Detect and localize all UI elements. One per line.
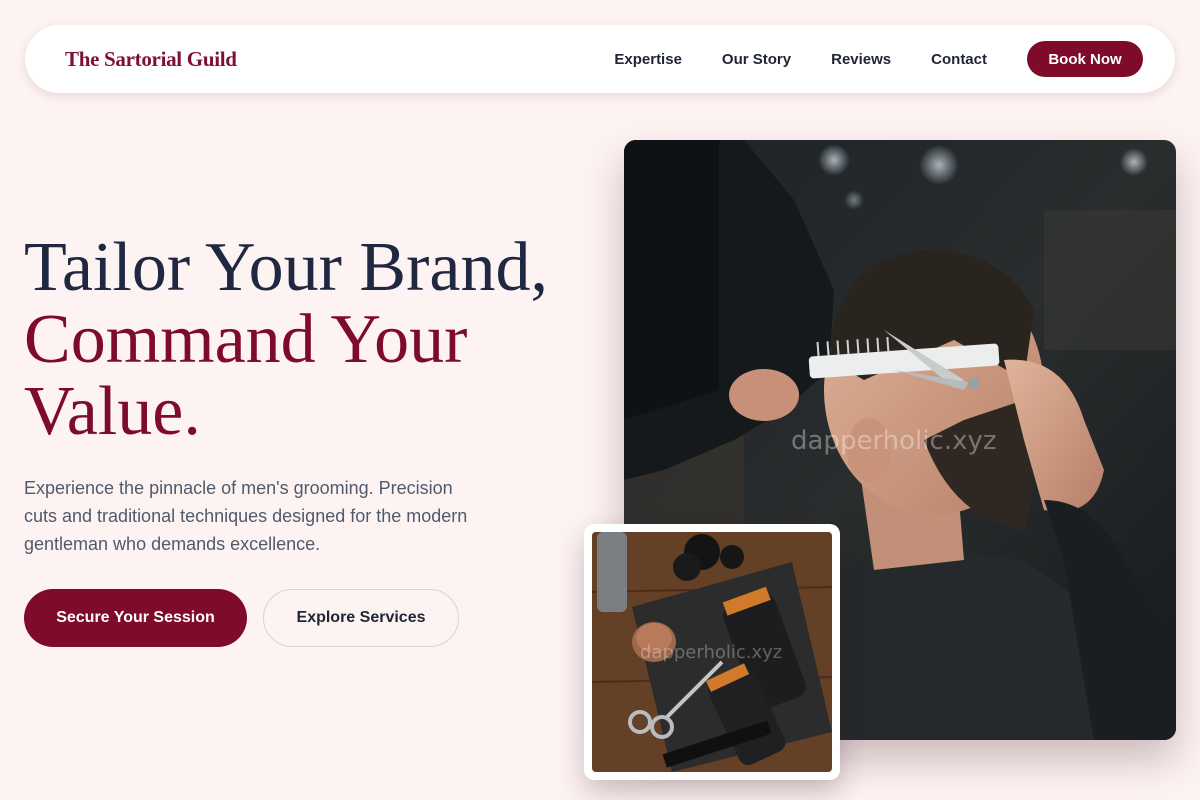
brand-logo[interactable]: The Sartorial Guild [65,47,237,72]
book-now-button[interactable]: Book Now [1027,41,1143,77]
secure-session-button[interactable]: Secure Your Session [24,589,247,647]
top-navbar: The Sartorial Guild Expertise Our Story … [25,25,1175,93]
nav-link-our-story[interactable]: Our Story [722,51,791,68]
landing-page: The Sartorial Guild Expertise Our Story … [0,0,1200,800]
hero-title-accent: Command Your Value. [24,301,468,450]
main-photo-watermark: dapperholic.xyz [791,426,997,456]
nav-link-expertise[interactable]: Expertise [614,51,682,68]
grooming-tools-photo: dapperholic.xyz [592,532,832,772]
nav-link-reviews[interactable]: Reviews [831,51,891,68]
inset-photo-watermark: dapperholic.xyz [640,642,783,663]
grooming-tools-card: dapperholic.xyz [584,524,840,780]
hero-title-line1: Tailor Your Brand, [24,229,548,306]
hero-subtitle: Experience the pinnacle of men's groomin… [24,478,468,554]
nav-links: Expertise Our Story Reviews Contact Book… [614,41,1143,77]
hero-title: Tailor Your Brand, Command Your Value. [24,232,604,448]
nav-link-contact[interactable]: Contact [931,51,987,68]
explore-services-button[interactable]: Explore Services [263,589,459,647]
